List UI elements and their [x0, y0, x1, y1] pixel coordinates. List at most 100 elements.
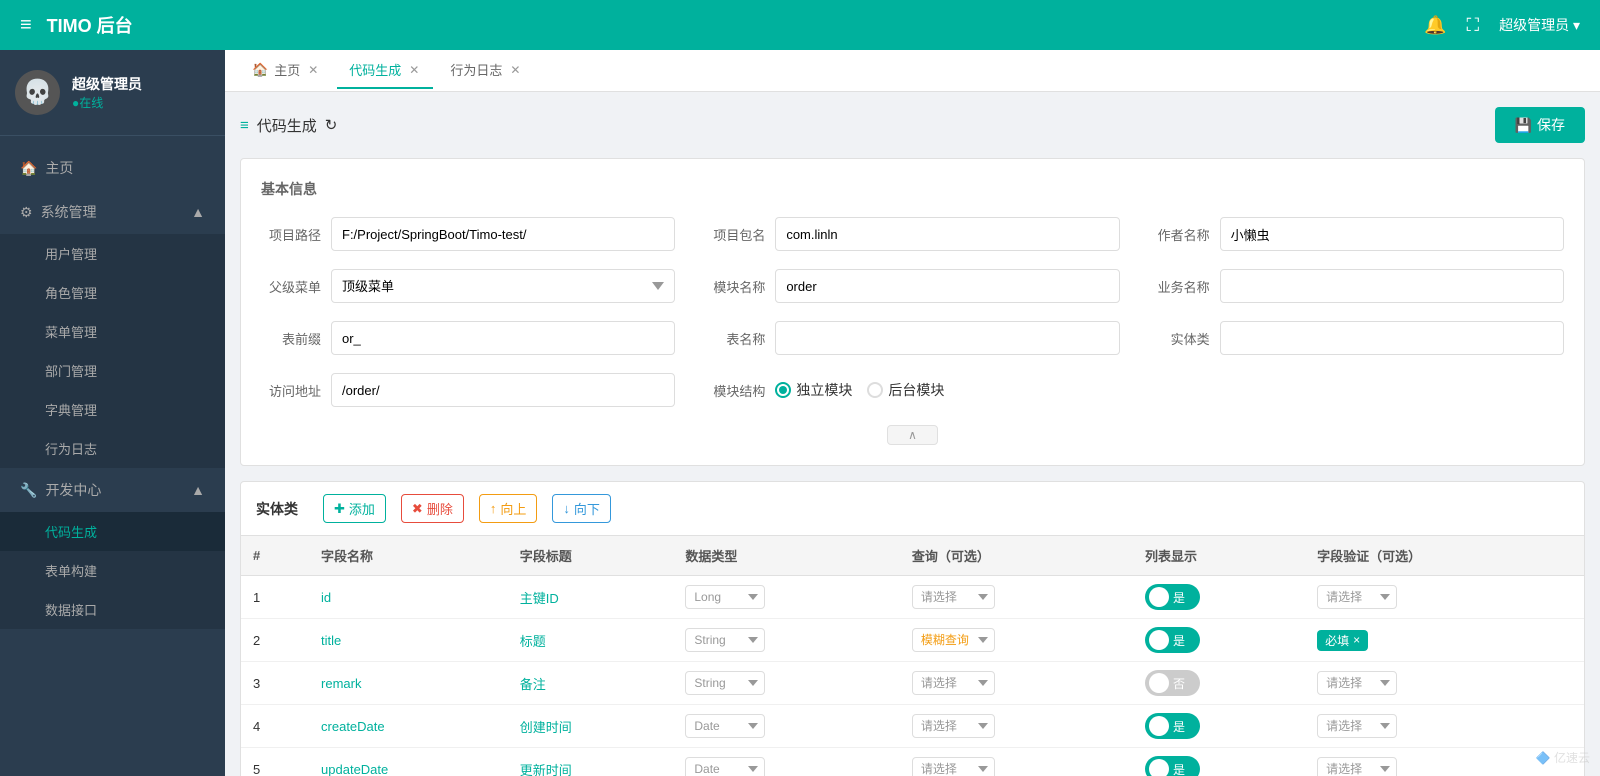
- entity-title: 实体类: [256, 499, 298, 519]
- basic-info-title: 基本信息: [261, 179, 1564, 199]
- add-button[interactable]: ✚ 添加: [323, 494, 386, 523]
- entity-class-input[interactable]: [1220, 321, 1564, 355]
- sidebar-item-dict-mgmt[interactable]: 字典管理: [0, 390, 225, 429]
- toggle-2[interactable]: 是: [1145, 627, 1200, 653]
- validation-select-4[interactable]: 请选择 必填: [1317, 714, 1397, 738]
- sidebar-item-behavior-log[interactable]: 行为日志: [0, 429, 225, 468]
- query-select-5[interactable]: 请选择 模糊查询: [912, 757, 995, 776]
- data-type-select-5[interactable]: Long String Date: [685, 757, 765, 776]
- row-list-display: 是: [1133, 619, 1305, 662]
- tab-behavior-log-close[interactable]: ✕: [508, 63, 522, 77]
- collapse-button[interactable]: ∧: [887, 425, 938, 445]
- form-row-2: 父级菜单 顶级菜单 模块名称 业务名称: [261, 269, 1564, 303]
- query-select-4[interactable]: 请选择 模糊查询: [912, 714, 995, 738]
- author-input[interactable]: [1220, 217, 1564, 251]
- data-type-select-3[interactable]: Long String Date: [685, 671, 765, 695]
- toggle-label-4: 是: [1173, 718, 1185, 735]
- dev-sub-items: 代码生成 表单构建 数据接口: [0, 512, 225, 629]
- system-sub-items: 用户管理 角色管理 菜单管理 部门管理 字典管理 行为日志: [0, 234, 225, 468]
- refresh-icon[interactable]: ↻: [325, 116, 338, 134]
- row-query: 请选择 模糊查询 精确查询: [900, 619, 1133, 662]
- table-name-input[interactable]: [775, 321, 1119, 355]
- entity-table-body: 1 id 主键ID Long String Date: [241, 576, 1584, 776]
- tab-code-gen-close[interactable]: ✕: [407, 63, 421, 77]
- form-group-author: 作者名称: [1150, 217, 1564, 251]
- sidebar-group-system[interactable]: ⚙ 系统管理 ▲: [0, 190, 225, 234]
- sidebar-item-dept-mgmt[interactable]: 部门管理: [0, 351, 225, 390]
- row-field-title: 备注: [508, 662, 674, 705]
- table-prefix-input[interactable]: [331, 321, 675, 355]
- sidebar: 💀 超级管理员 ●在线 🏠 主页 ⚙ 系统管理 ▲ 用户管理: [0, 50, 225, 776]
- entity-header: 实体类 ✚ 添加 ✖ 删除 ↑ 向上 ↓ 向下: [241, 482, 1584, 536]
- module-name-input[interactable]: [775, 269, 1119, 303]
- data-type-select-2[interactable]: Long String Date: [685, 628, 765, 652]
- down-button[interactable]: ↓ 向下: [552, 494, 611, 523]
- row-list-display: 是: [1133, 576, 1305, 619]
- sidebar-group-dev[interactable]: 🔧 开发中心 ▲: [0, 468, 225, 512]
- query-select-1[interactable]: 请选择 模糊查询 精确查询: [912, 585, 995, 609]
- parent-menu-select[interactable]: 顶级菜单: [331, 269, 675, 303]
- access-url-input[interactable]: [331, 373, 675, 407]
- delete-button[interactable]: ✖ 删除: [401, 494, 464, 523]
- sidebar-item-code-gen[interactable]: 代码生成: [0, 512, 225, 551]
- sidebar-item-home[interactable]: 🏠 主页: [0, 146, 225, 190]
- content-area: 🏠 主页 ✕ 代码生成 ✕ 行为日志 ✕ ≡ 代码生成 ↻: [225, 50, 1600, 776]
- project-package-label: 项目包名: [705, 225, 765, 244]
- menu-toggle-icon[interactable]: ≡: [20, 14, 32, 37]
- user-info: 超级管理员 ●在线: [72, 74, 142, 111]
- data-type-select-4[interactable]: Long String Date: [685, 714, 765, 738]
- tab-code-gen[interactable]: 代码生成 ✕: [337, 53, 433, 89]
- radio-standalone[interactable]: 独立模块: [775, 380, 852, 400]
- sidebar-item-role-mgmt[interactable]: 角色管理: [0, 273, 225, 312]
- row-validation: 请选择 必填: [1305, 662, 1584, 705]
- col-num: #: [241, 536, 309, 576]
- col-list-display: 列表显示: [1133, 536, 1305, 576]
- row-field-title: 更新时间: [508, 748, 674, 776]
- toggle-4[interactable]: 是: [1145, 713, 1200, 739]
- module-struct-label: 模块结构: [705, 381, 765, 400]
- validation-select-3[interactable]: 请选择 必填: [1317, 671, 1397, 695]
- sidebar-item-data-api[interactable]: 数据接口: [0, 590, 225, 629]
- save-button[interactable]: 💾 保存: [1495, 107, 1585, 143]
- business-name-label: 业务名称: [1150, 277, 1210, 296]
- brand-title: TIMO 后台: [47, 12, 133, 38]
- row-num: 2: [241, 619, 309, 662]
- required-tag-close[interactable]: ×: [1353, 633, 1360, 647]
- bell-icon[interactable]: 🔔: [1424, 15, 1446, 36]
- row-data-type: Long String Date: [673, 576, 900, 619]
- col-field-title: 字段标题: [508, 536, 674, 576]
- tab-home-close[interactable]: ✕: [306, 63, 320, 77]
- gear-icon: ⚙: [20, 204, 33, 221]
- col-data-type: 数据类型: [673, 536, 900, 576]
- sidebar-item-user-mgmt[interactable]: 用户管理: [0, 234, 225, 273]
- query-select-2[interactable]: 请选择 模糊查询 精确查询: [912, 628, 995, 652]
- sidebar-item-label: 主页: [45, 158, 73, 178]
- page-title-text: 代码生成: [257, 115, 317, 136]
- form-row-4: 访问地址 模块结构 独立模块 后台模块: [261, 373, 1564, 407]
- row-query: 请选择 模糊查询: [900, 662, 1133, 705]
- validation-select-1[interactable]: 请选择 必填: [1317, 585, 1397, 609]
- sidebar-item-menu-mgmt[interactable]: 菜单管理: [0, 312, 225, 351]
- row-field-name: createDate: [309, 705, 508, 748]
- tab-behavior-log[interactable]: 行为日志 ✕: [438, 53, 534, 89]
- toggle-5[interactable]: 是: [1145, 756, 1200, 776]
- data-type-select-1[interactable]: Long String Date: [685, 585, 765, 609]
- business-name-input[interactable]: [1220, 269, 1564, 303]
- toggle-1[interactable]: 是: [1145, 584, 1200, 610]
- row-field-name: updateDate: [309, 748, 508, 776]
- user-menu[interactable]: 超级管理员 ▾: [1499, 15, 1580, 35]
- query-select-3[interactable]: 请选择 模糊查询: [912, 671, 995, 695]
- radio-backend[interactable]: 后台模块: [867, 380, 944, 400]
- sidebar-item-form-builder[interactable]: 表单构建: [0, 551, 225, 590]
- row-data-type: Long String Date: [673, 705, 900, 748]
- tab-home[interactable]: 🏠 主页 ✕: [240, 53, 332, 89]
- row-query: 请选择 模糊查询: [900, 705, 1133, 748]
- down-label: 向下: [574, 499, 600, 518]
- up-button[interactable]: ↑ 向上: [479, 494, 538, 523]
- toggle-3[interactable]: 否: [1145, 670, 1200, 696]
- chevron-up-icon: ▲: [191, 204, 205, 220]
- project-package-input[interactable]: [775, 217, 1119, 251]
- expand-icon[interactable]: ⛶: [1466, 15, 1479, 36]
- validation-select-5[interactable]: 请选择 必填: [1317, 757, 1397, 776]
- project-path-input[interactable]: [331, 217, 675, 251]
